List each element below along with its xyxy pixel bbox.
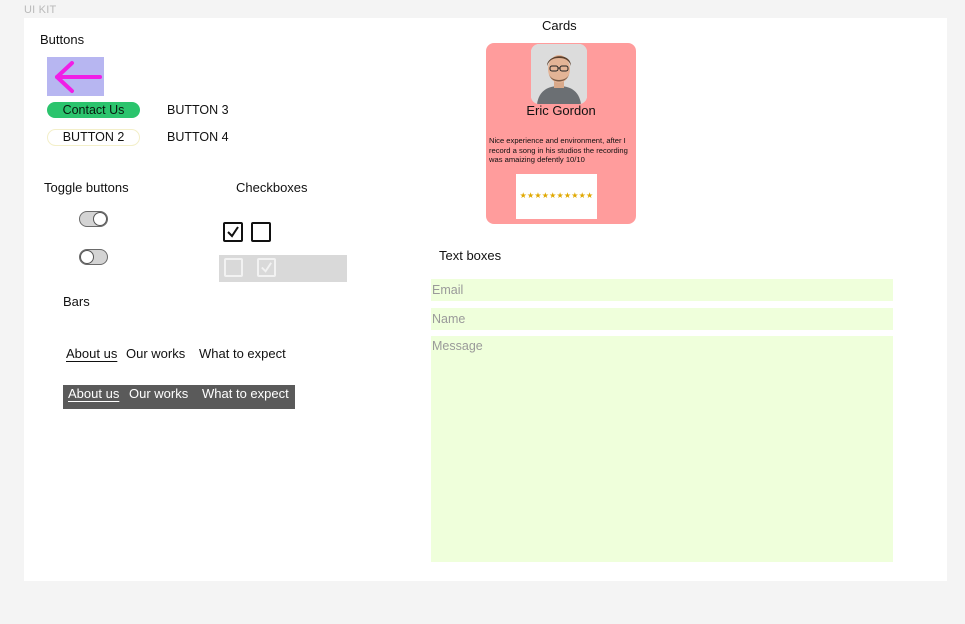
nav-what-to-expect[interactable]: What to expect	[199, 346, 286, 361]
message-field[interactable]	[431, 336, 893, 562]
star-rating: ★★★★★★★★★★	[519, 191, 594, 200]
nav-about-us[interactable]: About us	[68, 386, 119, 401]
button-2[interactable]: BUTTON 2	[47, 129, 140, 146]
checkboxes-section-title: Checkboxes	[236, 180, 308, 195]
person-photo-icon	[531, 44, 587, 104]
button-4[interactable]: BUTTON 4	[167, 130, 229, 144]
checkmark-icon	[261, 262, 272, 273]
avatar	[531, 44, 587, 104]
email-field[interactable]	[431, 279, 893, 301]
cards-section-title: Cards	[542, 18, 577, 33]
text-boxes-section-title: Text boxes	[439, 248, 502, 263]
arrow-left-icon	[55, 61, 102, 93]
checkbox-disabled-unchecked	[224, 258, 243, 277]
page-label: UI KIT	[24, 4, 57, 16]
name-field[interactable]	[431, 308, 893, 330]
back-button[interactable]	[47, 57, 104, 96]
toggles-section-title: Toggle buttons	[44, 180, 129, 195]
toggle-off[interactable]	[79, 249, 108, 265]
checkbox-checked[interactable]	[223, 222, 243, 242]
nav-our-works[interactable]: Our works	[129, 386, 188, 401]
contact-us-button[interactable]: Contact Us	[47, 102, 140, 118]
toggle-knob	[93, 212, 107, 226]
toggle-on[interactable]	[79, 211, 108, 227]
nav-about-us[interactable]: About us	[66, 346, 117, 361]
buttons-section-title: Buttons	[40, 32, 85, 47]
nav-our-works[interactable]: Our works	[126, 346, 185, 361]
button-3[interactable]: BUTTON 3	[167, 103, 229, 117]
nav-what-to-expect[interactable]: What to expect	[202, 386, 289, 401]
card-review-text: Nice experience and environment, after I…	[489, 136, 628, 164]
card-name: Eric Gordon	[526, 103, 596, 118]
bars-section-title: Bars	[63, 294, 90, 309]
checkbox-unchecked[interactable]	[251, 222, 271, 242]
checkmark-icon	[227, 226, 239, 238]
toggle-knob	[80, 250, 94, 264]
dark-nav-bar: About us Our works What to expect	[63, 385, 295, 409]
checkbox-disabled-checked	[257, 258, 276, 277]
